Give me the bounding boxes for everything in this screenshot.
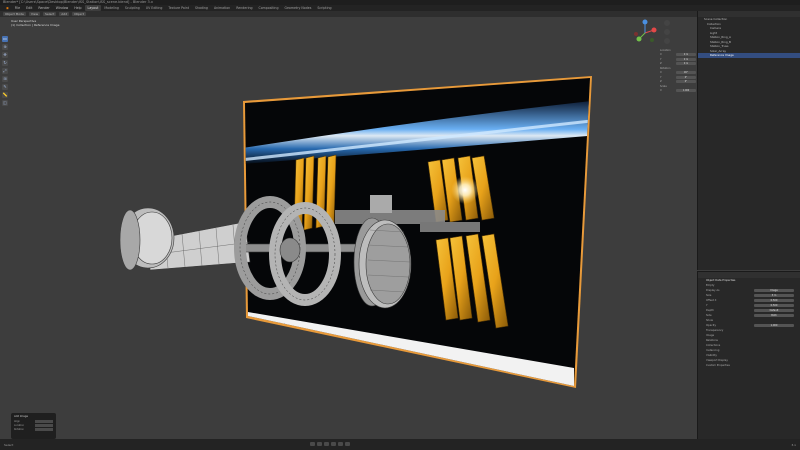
x-axis-icon (651, 27, 657, 33)
next-keyframe-icon[interactable] (338, 442, 343, 446)
status-bar: Select 3.x (0, 439, 800, 450)
zoom-icon[interactable] (664, 20, 670, 26)
location-field[interactable] (35, 424, 53, 427)
jump-start-icon[interactable] (310, 442, 315, 446)
outliner: Scene Collection Collection Camera Light… (697, 11, 800, 270)
viewport-3d[interactable]: NASA/ESA (0, 17, 697, 439)
playback-controls (310, 442, 350, 446)
depth-dropdown[interactable]: Default (754, 308, 794, 313)
select-menu[interactable]: Select (43, 12, 57, 16)
last-op-row: Location (14, 424, 25, 427)
opacity-field[interactable]: 1.000 (754, 323, 794, 328)
y-axis-icon (636, 36, 642, 42)
rotation-field[interactable] (35, 428, 53, 431)
last-op-row: Align (14, 420, 20, 423)
location-y-field[interactable]: 0 m (676, 57, 696, 61)
offset-x-field[interactable]: 0.500 (754, 298, 794, 303)
reference-image[interactable]: NASA/ESA (230, 76, 600, 390)
rotation-x-field[interactable]: 90° (676, 71, 696, 75)
display-as-dropdown[interactable]: Image (754, 288, 794, 293)
align-field[interactable] (35, 420, 53, 423)
add-menu[interactable]: Add (59, 12, 70, 16)
rotation-y-field[interactable]: 0° (676, 75, 696, 79)
location-z-field[interactable]: 0 m (676, 62, 696, 66)
pan-icon[interactable] (664, 29, 670, 35)
navigation-gizmo[interactable] (630, 18, 660, 48)
section-custom-properties[interactable]: Custom Properties (698, 363, 800, 368)
object-menu[interactable]: Object (72, 12, 86, 16)
status-left: Select (4, 442, 14, 447)
version-label: 3.x (791, 442, 796, 447)
rotation-z-field[interactable]: 0° (676, 80, 696, 84)
last-op-row: Rotation (14, 428, 24, 431)
np-row: X 1.000 (660, 89, 696, 94)
sidebar-transform-panel: Location X0 m Y0 m Z0 m Rotation X 90° Y0… (660, 48, 696, 110)
last-operation-panel[interactable]: Add Image Align Location Rotation (11, 413, 56, 439)
play-icon[interactable] (331, 442, 336, 446)
camera-view-icon[interactable] (664, 38, 670, 44)
prev-keyframe-icon[interactable] (317, 442, 322, 446)
view-menu[interactable]: View (28, 12, 41, 16)
properties-editor: Object Data Properties Empty Display As I… (697, 271, 800, 439)
location-x-field[interactable]: 0 m (676, 53, 696, 57)
play-reverse-icon[interactable] (324, 442, 329, 446)
scale-x-field[interactable]: 1.000 (676, 89, 696, 93)
last-op-title: Add Image (14, 415, 28, 418)
size-field[interactable]: 5 m (754, 293, 794, 298)
object-mode-dropdown[interactable]: Object Mode (3, 12, 26, 16)
jump-end-icon[interactable] (345, 442, 350, 446)
offset-y-field[interactable]: 0.500 (754, 303, 794, 308)
outliner-item-selected[interactable]: Reference Image (698, 53, 800, 58)
z-axis-icon (642, 19, 648, 25)
side-dropdown[interactable]: Both (754, 313, 794, 318)
